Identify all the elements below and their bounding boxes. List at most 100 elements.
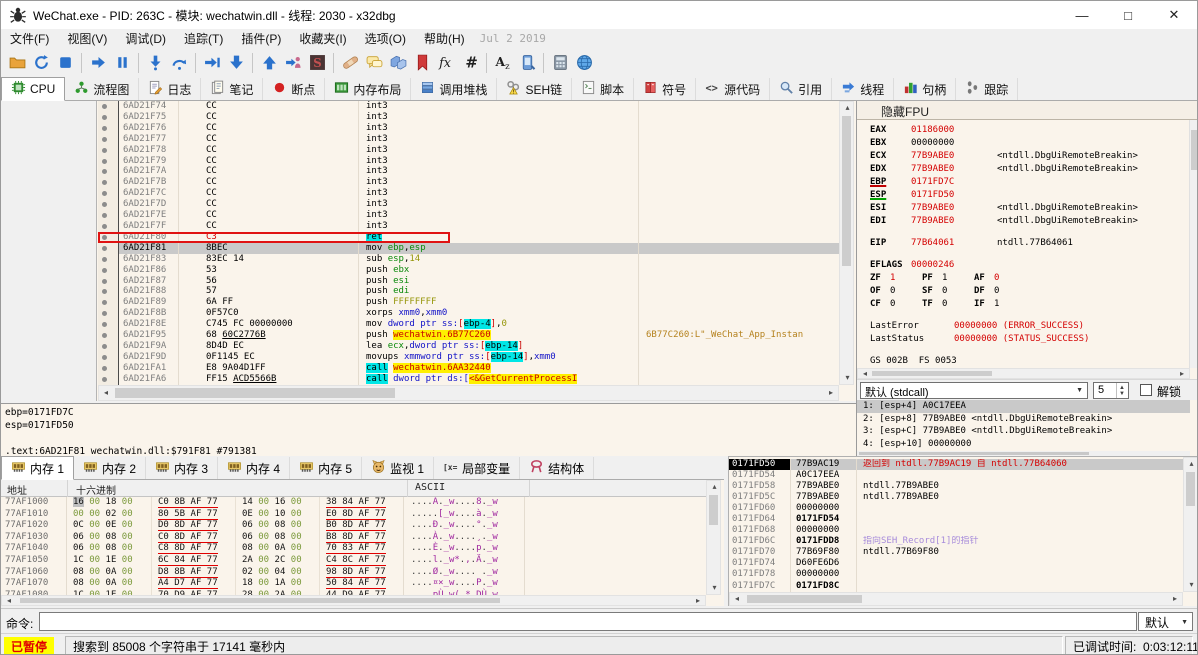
tab-跟踪[interactable]: 跟踪 bbox=[956, 78, 1018, 100]
disasm-row[interactable]: 6AD21F80C3ret bbox=[98, 232, 839, 243]
argument-row[interactable]: 3: [esp+C] 77B9ABE0 <ntdll.DbgUiRemoteBr… bbox=[857, 425, 1190, 438]
tab-流程图[interactable]: 流程图 bbox=[65, 78, 139, 100]
device-button[interactable] bbox=[515, 51, 539, 75]
dump-horizontal-scrollbar[interactable]: ◂▸ bbox=[1, 595, 706, 606]
breakpoint-gutter[interactable] bbox=[98, 177, 119, 188]
stack-rows[interactable]: 0171FD5077B9AC19返回到 ntdll.77B9AC19 自 ntd… bbox=[729, 459, 1183, 592]
tab-seh链[interactable]: !SEH链 bbox=[497, 78, 572, 100]
comments-button[interactable] bbox=[362, 51, 386, 75]
scroll-thumb[interactable] bbox=[872, 371, 992, 376]
tab-日志[interactable]: 日志 bbox=[139, 78, 201, 100]
scroll-arrow-icon[interactable]: ◂ bbox=[732, 595, 742, 603]
breakpoint-gutter[interactable] bbox=[98, 254, 119, 265]
disasm-row[interactable]: 6AD21F8B0F57C0xorps xmm0,xmm0 bbox=[98, 308, 839, 319]
registers-vertical-scrollbar[interactable] bbox=[1189, 120, 1198, 368]
stack-row[interactable]: 0171FD74D60FE6D6 bbox=[729, 558, 1183, 569]
dump-row[interactable]: 77AF104006 00 08 00C8 8D AF 7708 00 0A 0… bbox=[1, 543, 706, 555]
step-down-button[interactable] bbox=[224, 51, 248, 75]
dump-tab-监视 1[interactable]: 监视 1 bbox=[362, 457, 434, 479]
breakpoint-gutter[interactable] bbox=[98, 243, 119, 254]
stack-row[interactable]: 0171FD640171FD54 bbox=[729, 514, 1183, 525]
run-button[interactable] bbox=[86, 51, 110, 75]
hide-fpu-button[interactable]: 隐藏FPU bbox=[857, 101, 1198, 120]
dump-row[interactable]: 77AF100016 00 18 00C0 8B AF 7714 00 16 0… bbox=[1, 497, 706, 509]
dump-row[interactable]: 77AF106008 00 0A 00D8 8B AF 7702 00 04 0… bbox=[1, 567, 706, 579]
disassembly-pane[interactable]: 6AD21F74CCint36AD21F75CCint36AD21F76CCin… bbox=[1, 101, 856, 401]
dump-tab-内存 4[interactable]: 内存 4 bbox=[218, 457, 290, 479]
hash-button[interactable]: # bbox=[458, 51, 482, 75]
scroll-arrow-icon[interactable]: ◂ bbox=[4, 597, 14, 605]
argument-count-stepper[interactable]: 5 ▲▼ bbox=[1093, 382, 1129, 399]
dump-row[interactable]: 77AF101000 00 02 0080 5B AF 770E 00 10 0… bbox=[1, 509, 706, 521]
dump-row[interactable]: 77AF103006 00 08 00C0 8D AF 7706 00 08 0… bbox=[1, 532, 706, 544]
disasm-row[interactable]: 6AD21F8EC745 FC 00000000mov dword ptr ss… bbox=[98, 319, 839, 330]
labels-button[interactable] bbox=[386, 51, 410, 75]
disasm-row[interactable]: 6AD21F79CCint3 bbox=[98, 156, 839, 167]
disasm-row[interactable]: 6AD21F7ECCint3 bbox=[98, 210, 839, 221]
breakpoint-gutter[interactable] bbox=[98, 156, 119, 167]
breakpoint-gutter[interactable] bbox=[98, 352, 119, 363]
menu-item[interactable]: 帮助(H) bbox=[415, 29, 474, 48]
registers-pane[interactable]: 隐藏FPU EAX01186000EBX00000000ECX77B9ABE0<… bbox=[856, 101, 1198, 456]
scroll-arrow-icon[interactable]: ▾ bbox=[1186, 581, 1198, 589]
step-out-button[interactable] bbox=[257, 51, 281, 75]
breakpoint-gutter[interactable] bbox=[98, 199, 119, 210]
disasm-row[interactable]: 6AD21FA1E8 9A04D1FFcall wechatwin.6AA324… bbox=[98, 363, 839, 374]
breakpoint-gutter[interactable] bbox=[98, 286, 119, 297]
disasm-row[interactable]: 6AD21F78CCint3 bbox=[98, 145, 839, 156]
tab-cpu[interactable]: CPU bbox=[1, 77, 65, 101]
stack-pane[interactable]: 0171FD5077B9AC19返回到 ntdll.77B9AC19 自 ntd… bbox=[728, 456, 1198, 606]
disasm-vertical-scrollbar[interactable]: ▴▾ bbox=[839, 101, 854, 385]
dump-tab-内存 5[interactable]: 内存 5 bbox=[290, 457, 362, 479]
register-row[interactable]: EBX00000000 bbox=[857, 137, 1190, 150]
stack-row[interactable]: 0171FD6000000000 bbox=[729, 503, 1183, 514]
close-button[interactable]: ✕ bbox=[1151, 1, 1197, 29]
stepper-arrows-icon[interactable]: ▲▼ bbox=[1116, 383, 1127, 398]
breakpoint-gutter[interactable] bbox=[98, 319, 119, 330]
pause-button[interactable] bbox=[110, 51, 134, 75]
dump-row[interactable]: 77AF10501C 00 1E 006C 84 AF 772A 00 2C 0… bbox=[1, 555, 706, 567]
register-row[interactable]: ESP0171FD50 bbox=[857, 189, 1190, 202]
breakpoint-gutter[interactable] bbox=[98, 134, 119, 145]
breakpoint-gutter[interactable] bbox=[98, 101, 119, 112]
breakpoint-gutter[interactable] bbox=[98, 363, 119, 374]
menu-item[interactable]: 追踪(T) bbox=[175, 29, 232, 48]
tab-调用堆栈[interactable]: 调用堆栈 bbox=[411, 78, 497, 100]
minimize-button[interactable]: — bbox=[1059, 1, 1105, 29]
scroll-arrow-icon[interactable]: ▾ bbox=[709, 584, 721, 592]
stack-row[interactable]: 0171FD6800000000 bbox=[729, 525, 1183, 536]
run-user-button[interactable] bbox=[281, 51, 305, 75]
dump-tab-结构体[interactable]: 结构体 bbox=[520, 457, 594, 479]
tab-线程[interactable]: 线程 bbox=[832, 78, 894, 100]
breakpoint-gutter[interactable] bbox=[98, 330, 119, 341]
run-to-button[interactable] bbox=[200, 51, 224, 75]
maximize-button[interactable]: □ bbox=[1105, 1, 1151, 29]
stack-row[interactable]: 0171FD7C0171FD8C bbox=[729, 581, 1183, 592]
breakpoint-gutter[interactable] bbox=[98, 297, 119, 308]
scroll-arrow-icon[interactable]: ◂ bbox=[860, 370, 870, 378]
tab-引用[interactable]: 引用 bbox=[770, 78, 832, 100]
breakpoint-gutter[interactable] bbox=[98, 210, 119, 221]
step-over-button[interactable] bbox=[167, 51, 191, 75]
breakpoint-gutter[interactable] bbox=[98, 112, 119, 123]
disasm-row[interactable]: 6AD21FA6FF15 ACD5566Bcall dword ptr ds:[… bbox=[98, 374, 839, 385]
call-arguments-list[interactable]: 1: [esp+4] A0C17EEA2: [esp+8] 77B9ABE0 <… bbox=[857, 400, 1190, 451]
register-row[interactable]: ECX77B9ABE0<ntdll.DbgUiRemoteBreakin> bbox=[857, 150, 1190, 163]
scroll-arrow-icon[interactable]: ▴ bbox=[1186, 460, 1198, 468]
menu-item[interactable]: 调试(D) bbox=[116, 29, 175, 48]
breakpoint-gutter[interactable] bbox=[98, 232, 119, 243]
dump-vertical-scrollbar[interactable]: ▴▾ bbox=[706, 480, 721, 595]
scroll-arrow-icon[interactable]: ▸ bbox=[1177, 370, 1187, 378]
register-row[interactable]: ESI77B9ABE0<ntdll.DbgUiRemoteBreakin> bbox=[857, 202, 1190, 215]
register-row[interactable]: EAX01186000 bbox=[857, 124, 1190, 137]
argument-row[interactable]: 2: [esp+8] 77B9ABE0 <ntdll.DbgUiRemoteBr… bbox=[857, 413, 1190, 426]
scroll-arrow-icon[interactable]: ▾ bbox=[842, 374, 854, 382]
eflags-row[interactable]: EFLAGS00000246 bbox=[857, 259, 1190, 272]
stack-row[interactable]: 0171FD7077B69F80ntdll.77B69F80 bbox=[729, 547, 1183, 558]
register-row[interactable]: EBP0171FD7C bbox=[857, 176, 1190, 189]
disasm-row[interactable]: 6AD21F76CCint3 bbox=[98, 123, 839, 134]
tab-符号[interactable]: 符号 bbox=[634, 78, 696, 100]
menu-item[interactable]: 视图(V) bbox=[58, 29, 116, 48]
command-input[interactable] bbox=[39, 612, 1137, 631]
breakpoint-gutter[interactable] bbox=[98, 166, 119, 177]
